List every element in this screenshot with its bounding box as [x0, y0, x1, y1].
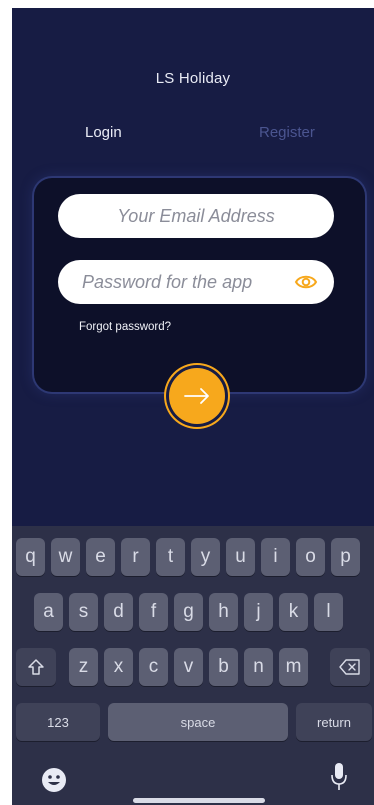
key-i[interactable]: i — [261, 538, 290, 576]
microphone-icon[interactable] — [330, 762, 348, 797]
key-y[interactable]: y — [191, 538, 220, 576]
backspace-icon — [339, 659, 360, 675]
key-w[interactable]: w — [51, 538, 80, 576]
key-m[interactable]: m — [279, 648, 308, 686]
key-h[interactable]: h — [209, 593, 238, 631]
login-screen: LS Holiday Login Register Your Email Add… — [12, 8, 374, 805]
key-l[interactable]: l — [314, 593, 343, 631]
password-placeholder: Password for the app — [82, 271, 253, 292]
key-u[interactable]: u — [226, 538, 255, 576]
key-q[interactable]: q — [16, 538, 45, 576]
emoji-icon[interactable] — [40, 766, 68, 799]
key-p[interactable]: p — [331, 538, 360, 576]
key-o[interactable]: o — [296, 538, 325, 576]
backspace-key[interactable] — [330, 648, 370, 686]
space-key[interactable]: space — [108, 703, 288, 741]
submit-button[interactable] — [169, 368, 225, 424]
key-t[interactable]: t — [156, 538, 185, 576]
key-e[interactable]: e — [86, 538, 115, 576]
eye-icon[interactable] — [294, 271, 318, 293]
key-k[interactable]: k — [279, 593, 308, 631]
key-g[interactable]: g — [174, 593, 203, 631]
arrow-right-icon — [184, 388, 209, 404]
key-x[interactable]: x — [104, 648, 133, 686]
shift-key[interactable] — [16, 648, 56, 686]
key-v[interactable]: v — [174, 648, 203, 686]
tab-register[interactable]: Register — [259, 124, 315, 141]
numbers-key[interactable]: 123 — [16, 703, 100, 741]
key-f[interactable]: f — [139, 593, 168, 631]
email-placeholder: Your Email Address — [117, 205, 275, 226]
key-d[interactable]: d — [104, 593, 133, 631]
key-a[interactable]: a — [34, 593, 63, 631]
app-title: LS Holiday — [155, 70, 231, 87]
tab-login[interactable]: Login — [85, 124, 122, 141]
key-n[interactable]: n — [244, 648, 273, 686]
key-c[interactable]: c — [139, 648, 168, 686]
return-key[interactable]: return — [296, 703, 372, 741]
key-r[interactable]: r — [121, 538, 150, 576]
key-b[interactable]: b — [209, 648, 238, 686]
key-j[interactable]: j — [244, 593, 273, 631]
home-indicator — [133, 798, 265, 803]
keyboard: q w e r t y u i o p a s d f g h j k l z … — [12, 526, 374, 805]
key-s[interactable]: s — [69, 593, 98, 631]
shift-icon — [28, 659, 44, 675]
email-field[interactable]: Your Email Address — [58, 194, 334, 238]
key-z[interactable]: z — [69, 648, 98, 686]
forgot-password-link[interactable]: Forgot password? — [79, 321, 171, 333]
password-field[interactable]: Password for the app — [58, 260, 334, 304]
